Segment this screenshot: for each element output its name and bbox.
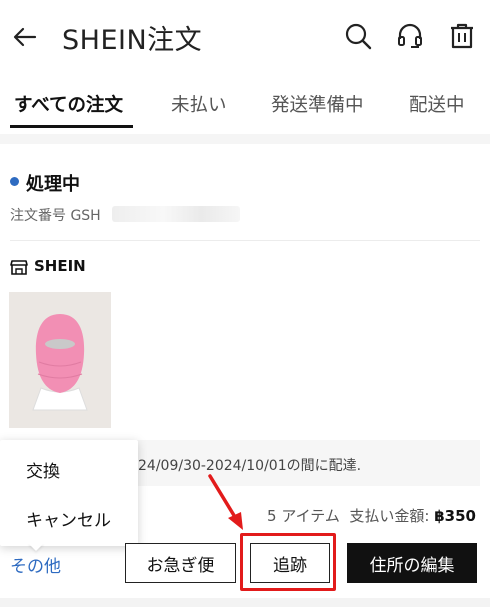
tab-unpaid[interactable]: 未払い: [171, 91, 227, 117]
back-arrow-icon[interactable]: [10, 22, 40, 52]
menu-caret: [28, 543, 44, 551]
more-options-menu: 交換 キャンセル: [0, 440, 138, 546]
tab-preparing[interactable]: 発送準備中: [271, 91, 364, 117]
section-divider: [0, 134, 490, 144]
tab-shipping[interactable]: 配送中: [409, 91, 465, 117]
product-image[interactable]: [9, 292, 111, 428]
delivery-date: 24/09/30-2024/10/01の間に配達.: [138, 458, 362, 474]
total-label: 支払い金額:: [349, 507, 430, 525]
item-count: 5 アイテム: [267, 507, 340, 525]
bottom-divider: [0, 598, 490, 607]
page-title: SHEIN注文: [62, 25, 203, 56]
balaclava-product-image: [9, 292, 111, 428]
order-summary: 5 アイテム 支払い金額: ฿350: [267, 505, 476, 526]
menu-item-exchange[interactable]: 交換: [26, 457, 60, 482]
tab-all-orders[interactable]: すべての注文: [14, 91, 123, 117]
total-amount: ฿350: [434, 507, 476, 525]
divider: [10, 240, 480, 241]
menu-item-cancel[interactable]: キャンセル: [26, 506, 111, 531]
order-tabs: すべての注文 未払い 発送準備中 配送中: [0, 76, 490, 132]
search-icon[interactable]: [342, 20, 374, 52]
redacted-order-number: [112, 206, 240, 222]
store-name: SHEIN: [34, 257, 86, 275]
store-icon: [10, 260, 28, 275]
urgent-shipping-button[interactable]: お急ぎ便: [125, 543, 236, 583]
more-link[interactable]: その他: [10, 552, 61, 577]
status-dot: [10, 177, 19, 186]
top-bar: SHEIN注文: [0, 0, 490, 76]
order-number: 注文番号 GSH: [10, 208, 101, 224]
trash-icon[interactable]: [446, 20, 478, 52]
active-tab-indicator: [10, 125, 133, 128]
order-status: 処理中: [26, 174, 80, 195]
headset-icon[interactable]: [394, 20, 426, 52]
edit-address-button[interactable]: 住所の編集: [347, 543, 477, 583]
track-highlight-box: [240, 533, 336, 591]
